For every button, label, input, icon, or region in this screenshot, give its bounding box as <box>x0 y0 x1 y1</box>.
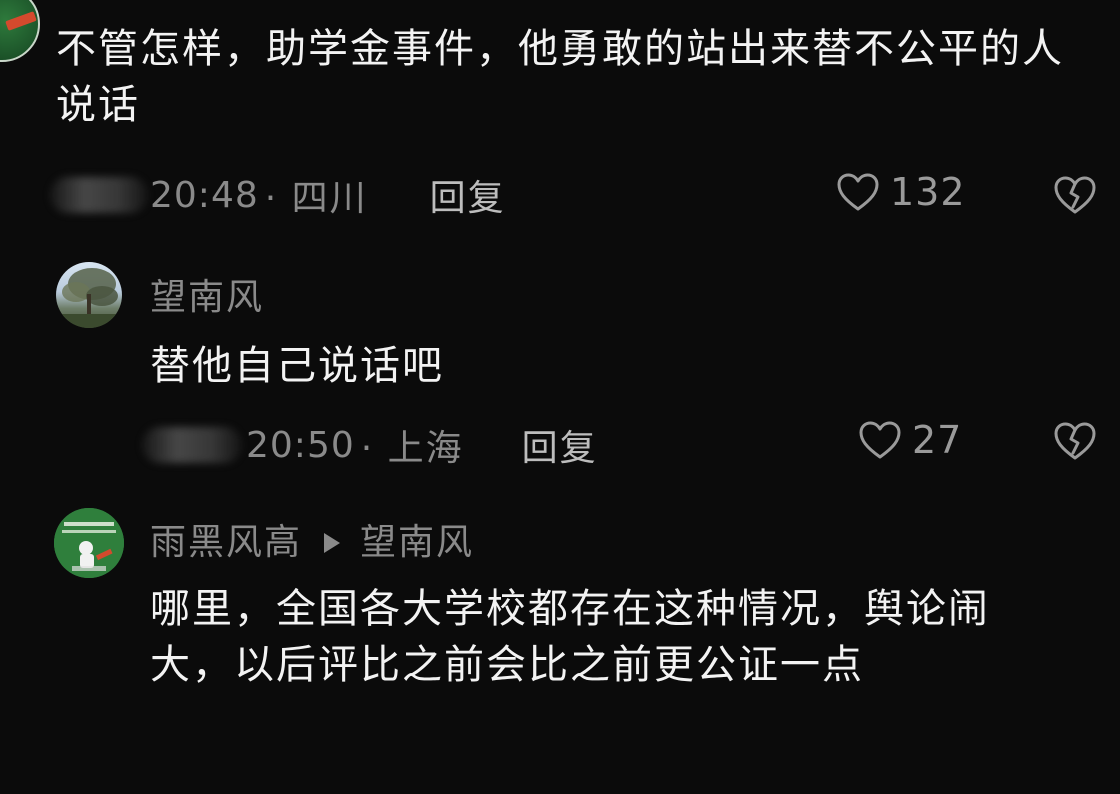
green-sign-image <box>54 508 124 578</box>
broken-heart-icon[interactable] <box>1052 420 1098 462</box>
avatar[interactable] <box>54 508 124 578</box>
avatar-decoration <box>5 11 37 31</box>
username-row: 雨黑风高 望南风 <box>150 521 474 565</box>
heart-outline-icon <box>837 173 879 211</box>
blurred-date <box>142 427 242 463</box>
like-button[interactable]: 132 <box>836 170 966 214</box>
comment-text: 不管怎样，助学金事件，他勇敢的站出来替不公平的人说话 <box>56 26 1064 128</box>
comment-location: · 四川 <box>264 178 368 219</box>
comment-meta: 20:50 · 上海 回复 <box>142 420 598 470</box>
heart-outline-icon <box>859 421 901 459</box>
username[interactable]: 望南风 <box>150 276 264 320</box>
like-button[interactable]: 27 <box>858 418 962 462</box>
avatar[interactable] <box>0 0 40 62</box>
reply-target-username[interactable]: 望南风 <box>360 521 474 565</box>
broken-heart-icon[interactable] <box>1052 174 1098 216</box>
play-triangle-icon <box>324 533 341 553</box>
avatar[interactable] <box>56 262 122 328</box>
like-count: 27 <box>912 418 963 462</box>
username[interactable]: 雨黑风高 <box>150 521 302 565</box>
tree-photo <box>56 268 122 328</box>
comment-text: 替他自己说话吧 <box>150 343 444 389</box>
like-count: 132 <box>890 170 966 214</box>
comment-time: 20:50 <box>246 424 355 466</box>
comment-location: · 上海 <box>360 428 464 469</box>
blurred-date <box>50 177 148 213</box>
reply-button[interactable]: 回复 <box>522 419 598 471</box>
comment-text: 哪里，全国各大学校都存在这种情况，舆论闹大，以后评比之前会比之前更公证一点 <box>150 586 990 688</box>
comment-time: 20:48 <box>150 174 259 216</box>
comment-thread: 不管怎样，助学金事件，他勇敢的站出来替不公平的人说话 20:48 · 四川 回复… <box>0 0 1120 794</box>
reply-button[interactable]: 回复 <box>430 169 506 221</box>
comment-meta: 20:48 · 四川 回复 <box>50 170 506 220</box>
